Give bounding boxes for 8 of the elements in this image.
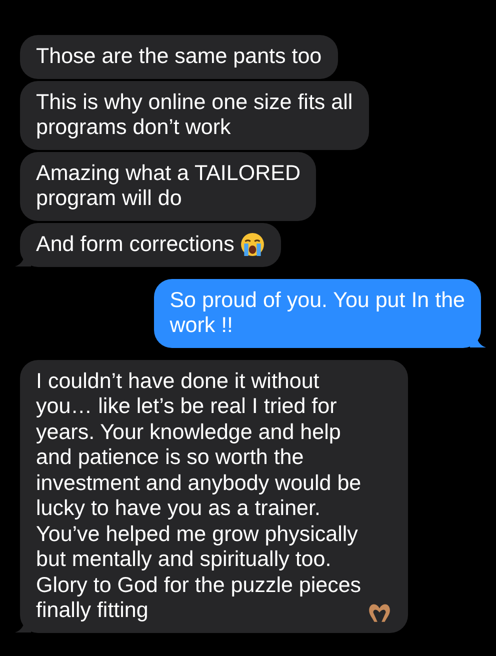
message-text: This is why online one size fits all programs don’t work — [36, 90, 353, 140]
message-text: Amazing what a TAILORED program will do — [36, 160, 300, 212]
message-text: So proud of you. You put In the work !! — [170, 288, 465, 338]
crying-face-icon — [240, 232, 266, 256]
heart-hands-icon — [367, 602, 392, 622]
message-text: Those are the same pants too — [36, 44, 322, 70]
message-text: And form corrections — [36, 232, 234, 258]
message-text: I couldn’t have done it without you… like let’s be real I tried for years. Your knowledge and help and patience is so worth the investment and anybody would be lucky to have you as a trainer. You’ve helped me grow physically but mentally and spiritually too. Glory to God for the puzzle pieces finally fitting — [36, 368, 362, 624]
